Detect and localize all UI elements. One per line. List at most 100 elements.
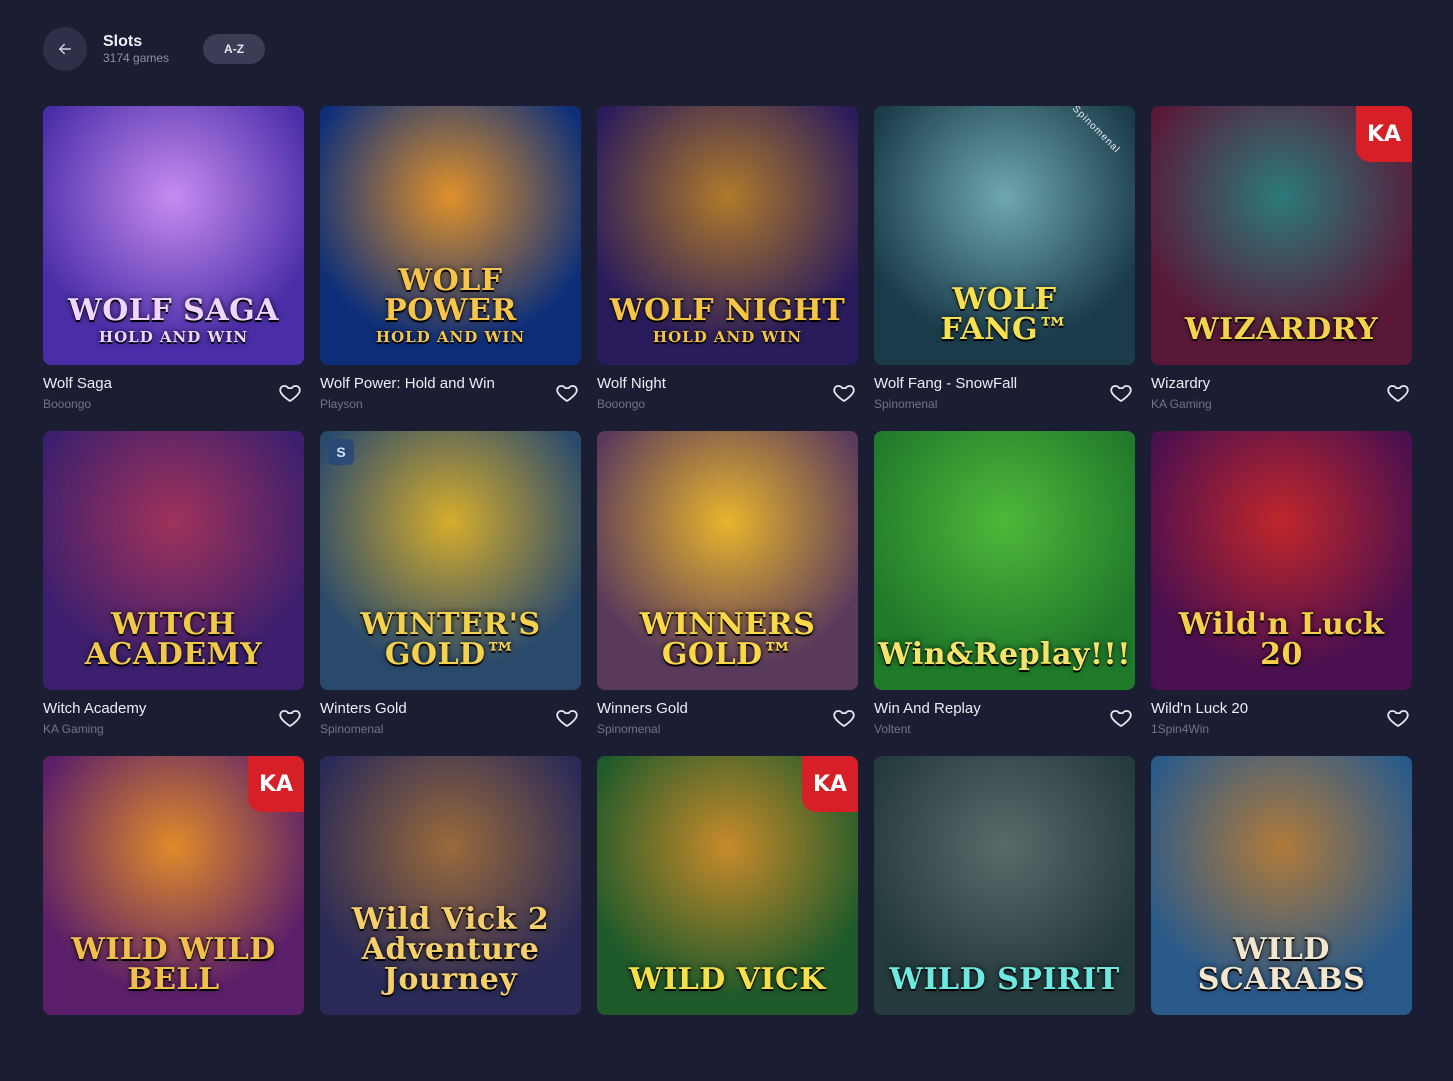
game-card[interactable]: WIZARDRY KA Wizardry KA Gaming: [1151, 106, 1412, 431]
game-logo-main: WILD SPIRIT: [889, 962, 1120, 997]
game-meta: Winters Gold Spinomenal: [320, 690, 581, 736]
game-info: Wild'n Luck 20 1Spin4Win: [1151, 700, 1248, 736]
game-card[interactable]: Wild Vick 2 Adventure Journey: [320, 756, 581, 1081]
game-name[interactable]: Witch Academy: [43, 700, 146, 718]
game-logo-text: WOLF NIGHT HOLD AND WIN: [600, 296, 855, 345]
title-block: Slots 3174 games: [103, 33, 169, 65]
games-grid: WOLF SAGA HOLD AND WIN Wolf Saga Booongo WOL…: [43, 106, 1412, 1081]
game-name[interactable]: Wolf Night: [597, 375, 666, 393]
game-card[interactable]: Wild'n Luck 20 Wild'n Luck 20 1Spin4Win: [1151, 431, 1412, 756]
game-card[interactable]: WITCH ACADEMY Witch Academy KA Gaming: [43, 431, 304, 756]
game-thumbnail[interactable]: WOLF FANG™ Spinomenal: [874, 106, 1135, 365]
game-card[interactable]: WOLF SAGA HOLD AND WIN Wolf Saga Booongo: [43, 106, 304, 431]
game-thumbnail[interactable]: WOLF SAGA HOLD AND WIN: [43, 106, 304, 365]
game-meta: Winners Gold Spinomenal: [597, 690, 858, 736]
game-thumbnail[interactable]: WIZARDRY KA: [1151, 106, 1412, 365]
heart-outline-icon[interactable]: [832, 381, 856, 405]
game-logo-text: WILD WILD BELL: [43, 935, 304, 995]
game-thumbnail[interactable]: WOLF POWER HOLD AND WIN: [320, 106, 581, 365]
game-logo-subtitle: HOLD AND WIN: [652, 328, 803, 346]
game-thumbnail[interactable]: WILD SCARABS: [1151, 756, 1412, 1015]
game-card[interactable]: WILD WILD BELL KA: [43, 756, 304, 1081]
game-logo-main: WILD SCARABS: [1197, 932, 1366, 997]
game-name[interactable]: Winters Gold: [320, 700, 407, 718]
game-logo-main: Win&Replay!!!: [878, 637, 1131, 672]
game-name[interactable]: Wolf Saga: [43, 375, 112, 393]
back-button[interactable]: [43, 27, 87, 71]
game-logo-text: WOLF POWER HOLD AND WIN: [320, 266, 581, 345]
heart-outline-icon[interactable]: [1386, 706, 1410, 730]
game-logo-text: WILD SCARABS: [1151, 935, 1412, 995]
game-name[interactable]: Wizardry: [1151, 375, 1212, 393]
heart-outline-icon[interactable]: [278, 706, 302, 730]
game-count: 3174 games: [103, 51, 170, 65]
page-header: Slots 3174 games A-Z: [43, 27, 266, 71]
game-thumbnail[interactable]: WILD WILD BELL KA: [43, 756, 304, 1015]
game-logo-text: WITCH ACADEMY: [43, 610, 304, 670]
heart-outline-icon[interactable]: [1386, 381, 1410, 405]
game-info: Witch Academy KA Gaming: [43, 700, 146, 736]
game-info: Wolf Saga Booongo: [43, 375, 112, 411]
game-provider: Booongo: [597, 397, 646, 411]
game-logo-text: WILD SPIRIT: [879, 965, 1129, 995]
game-info: Wolf Power: Hold and Win Playson: [320, 375, 495, 411]
game-provider: Playson: [320, 397, 363, 411]
game-card[interactable]: WILD SCARABS: [1151, 756, 1412, 1081]
game-logo-text: Wild Vick 2 Adventure Journey: [320, 905, 581, 995]
heart-outline-icon[interactable]: [555, 706, 579, 730]
game-meta: Win And Replay Voltent: [874, 690, 1135, 736]
game-thumbnail[interactable]: WOLF NIGHT HOLD AND WIN: [597, 106, 858, 365]
game-logo-main: WITCH ACADEMY: [84, 607, 263, 672]
game-logo-main: WOLF SAGA: [68, 293, 279, 328]
heart-outline-icon[interactable]: [278, 381, 302, 405]
game-logo-main: WILD VICK: [628, 962, 827, 997]
game-card[interactable]: WOLF FANG™ Spinomenal Wolf Fang - SnowFall…: [874, 106, 1135, 431]
heart-outline-icon[interactable]: [555, 381, 579, 405]
game-meta: Wolf Night Booongo: [597, 365, 858, 411]
game-thumbnail[interactable]: Win&Replay!!!: [874, 431, 1135, 690]
game-card[interactable]: WILD SPIRIT: [874, 756, 1135, 1081]
game-card[interactable]: WILD VICK KA: [597, 756, 858, 1081]
game-logo-text: WILD VICK: [619, 965, 836, 995]
heart-outline-icon[interactable]: [832, 706, 856, 730]
game-provider: KA Gaming: [1151, 397, 1212, 411]
game-thumbnail[interactable]: WILD VICK KA: [597, 756, 858, 1015]
game-thumbnail[interactable]: WINTER'S GOLD™ S: [320, 431, 581, 690]
game-thumbnail[interactable]: Wild'n Luck 20: [1151, 431, 1412, 690]
sort-az-button[interactable]: A-Z: [203, 34, 266, 64]
game-thumbnail[interactable]: WILD SPIRIT: [874, 756, 1135, 1015]
heart-outline-icon[interactable]: [1109, 381, 1133, 405]
game-card[interactable]: WOLF POWER HOLD AND WIN Wolf Power: Hold a…: [320, 106, 581, 431]
ka-gaming-badge: KA: [1356, 106, 1412, 162]
game-name[interactable]: Wolf Fang - SnowFall: [874, 375, 1017, 393]
game-card[interactable]: WINTER'S GOLD™ S Winters Gold Spinomenal: [320, 431, 581, 756]
game-provider: Spinomenal: [874, 397, 938, 411]
game-thumbnail[interactable]: WINNERS GOLD™: [597, 431, 858, 690]
game-logo-text: WIZARDRY: [1175, 315, 1388, 345]
game-info: Wolf Fang - SnowFall Spinomenal: [874, 375, 1017, 411]
game-thumbnail[interactable]: Wild Vick 2 Adventure Journey: [320, 756, 581, 1015]
game-logo-main: WOLF FANG™: [940, 282, 1069, 347]
game-name[interactable]: Wolf Power: Hold and Win: [320, 375, 495, 393]
game-provider: Booongo: [43, 397, 92, 411]
game-card[interactable]: WOLF NIGHT HOLD AND WIN Wolf Night Booongo: [597, 106, 858, 431]
game-name[interactable]: Win And Replay: [874, 700, 981, 718]
ka-gaming-badge: KA: [802, 756, 858, 812]
spinomenal-logo-icon: S: [328, 439, 354, 465]
game-info: Winters Gold Spinomenal: [320, 700, 407, 736]
game-meta: Witch Academy KA Gaming: [43, 690, 304, 736]
game-name[interactable]: Winners Gold: [597, 700, 688, 718]
game-logo-text: WOLF SAGA HOLD AND WIN: [58, 296, 289, 345]
game-provider: Spinomenal: [320, 722, 384, 736]
game-name[interactable]: Wild'n Luck 20: [1151, 700, 1248, 718]
game-card[interactable]: WINNERS GOLD™ Winners Gold Spinomenal: [597, 431, 858, 756]
game-info: Winners Gold Spinomenal: [597, 700, 688, 736]
game-logo-subtitle: HOLD AND WIN: [98, 328, 249, 346]
heart-outline-icon[interactable]: [1109, 706, 1133, 730]
game-info: Wizardry KA Gaming: [1151, 375, 1212, 411]
game-thumbnail[interactable]: WITCH ACADEMY: [43, 431, 304, 690]
game-card[interactable]: Win&Replay!!! Win And Replay Voltent: [874, 431, 1135, 756]
game-meta: Wizardry KA Gaming: [1151, 365, 1412, 411]
game-provider: KA Gaming: [43, 722, 104, 736]
game-info: Win And Replay Voltent: [874, 700, 981, 736]
